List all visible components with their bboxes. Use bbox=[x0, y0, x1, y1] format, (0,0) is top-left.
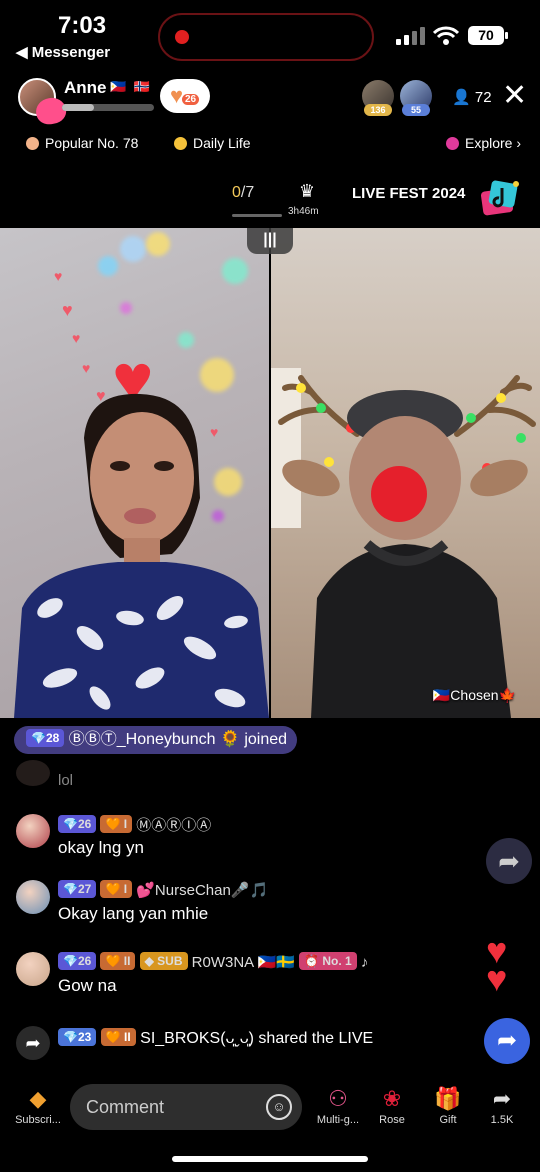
explore-icon bbox=[446, 136, 459, 150]
user-level-badge: 💎26 bbox=[58, 952, 97, 970]
user-level-badge: 💎26 bbox=[58, 815, 97, 833]
follow-button[interactable]: ♥ 26 bbox=[160, 79, 210, 113]
emoji-icon[interactable]: ☺ bbox=[266, 1094, 292, 1120]
heart-icon bbox=[26, 136, 39, 150]
user-level-badge: 💎23 bbox=[58, 1028, 97, 1046]
host-flags: 🇵🇭 🇳🇴 bbox=[110, 79, 152, 94]
chat-text: okay lng yn bbox=[58, 838, 144, 857]
popular-rank-tag[interactable]: Popular No. 78 bbox=[26, 135, 138, 151]
chat-username[interactable]: R0W3NA 🇵🇭🇸🇪 bbox=[192, 954, 295, 971]
like-hearts-icon[interactable]: ♥ ♥ bbox=[484, 930, 524, 999]
popular-rank-label: Popular No. 78 bbox=[45, 135, 139, 151]
top-viewer-avatar-1[interactable]: 136 bbox=[362, 80, 394, 116]
chat-text: Okay lang yan mhie bbox=[58, 904, 209, 923]
share-arrow-icon: ➦ bbox=[492, 1086, 512, 1111]
share-action: shared the LIVE bbox=[258, 1030, 374, 1047]
subscriber-badge: ◆ SUB bbox=[139, 952, 188, 970]
back-to-messenger-link[interactable]: ◀ Messenger bbox=[16, 43, 110, 61]
user-level-badge: 💎28 bbox=[26, 729, 65, 747]
gift-icon: 🎁 bbox=[434, 1086, 462, 1111]
share-notification: ➦ 💎23 🧡 II SI_BROKS(ᴗ͈ˬᴗ͈) shared the LI… bbox=[0, 1024, 480, 1060]
explore-label: Explore › bbox=[465, 135, 522, 151]
extra-badge-icon: ♪ bbox=[360, 954, 369, 971]
viewer-count-value: 72 bbox=[474, 89, 492, 106]
explore-link[interactable]: Explore › bbox=[446, 135, 521, 151]
fest-title: LIVE FEST 2024 bbox=[352, 185, 466, 202]
rose-icon: ❀ bbox=[382, 1086, 402, 1111]
tags-row: Popular No. 78 Daily Life Explore › bbox=[0, 132, 540, 156]
gift-button[interactable]: 🎁 Gift bbox=[418, 1084, 478, 1126]
share-icon: ➦ bbox=[16, 1026, 50, 1060]
category-label: Daily Life bbox=[193, 135, 251, 151]
rank-badge: ⏰ No. 1 bbox=[299, 952, 357, 970]
avatar bbox=[16, 760, 50, 786]
recording-indicator-icon bbox=[175, 30, 189, 44]
battery-indicator: 70 bbox=[468, 26, 508, 45]
category-icon bbox=[174, 136, 187, 150]
viewer-count[interactable]: 👤 72 bbox=[452, 88, 492, 106]
layout-toggle-icon[interactable]: ||| bbox=[247, 228, 293, 254]
multi-guest-button[interactable]: ⚇ Multi-g... bbox=[308, 1084, 368, 1126]
heart-icon: ♥ bbox=[170, 83, 184, 108]
share-live-icon[interactable]: ➦ bbox=[484, 1018, 530, 1064]
chat-username[interactable]: 💕NurseChan🎤🎵 bbox=[136, 882, 268, 899]
share-forward-icon[interactable]: ➦ bbox=[486, 838, 532, 884]
join-notification: 💎28 ⒷⒷⓉ_Honeybunch 🌻 joined bbox=[14, 726, 298, 754]
faded-chat-message: lol bbox=[58, 772, 74, 789]
user-level-badge: 💎27 bbox=[58, 880, 97, 898]
close-icon[interactable]: ✕ bbox=[502, 78, 527, 114]
person-icon: 👤 bbox=[452, 89, 471, 106]
crown-icon: ♛ bbox=[298, 181, 316, 201]
subscribe-button[interactable]: ◆ Subscri... bbox=[8, 1084, 68, 1126]
host-avatar[interactable] bbox=[18, 78, 56, 116]
clock: 7:03 bbox=[58, 12, 107, 39]
fest-timer: 3h46m bbox=[288, 206, 319, 217]
subscribe-icon: ◆ bbox=[29, 1086, 47, 1111]
dynamic-island bbox=[158, 13, 374, 61]
live-fest-logo-icon bbox=[480, 180, 519, 216]
guest-video-panel[interactable]: 🇵🇭Chosen🍁 bbox=[271, 228, 540, 718]
live-fest-banner[interactable]: 0/7 ♛ 3h46m LIVE FEST 2024 bbox=[0, 176, 540, 224]
wifi-icon bbox=[433, 26, 459, 45]
fest-progress-underline bbox=[232, 214, 282, 217]
subscribe-label: Subscri... bbox=[15, 1114, 61, 1126]
comment-input[interactable] bbox=[86, 1084, 256, 1130]
multi-guest-icon: ⚇ bbox=[328, 1086, 348, 1111]
gift-label: Gift bbox=[439, 1114, 457, 1126]
rose-label: Rose bbox=[379, 1114, 405, 1126]
category-tag[interactable]: Daily Life bbox=[174, 135, 251, 151]
host-name[interactable]: Anne bbox=[64, 78, 107, 98]
top-viewer-avatar-2[interactable]: 55 bbox=[400, 80, 432, 116]
chat-text: Gow na bbox=[58, 976, 117, 995]
fan-club-badge: 🧡 I bbox=[100, 880, 133, 898]
bottom-toolbar: ◆ Subscri... ☺ ⚇ Multi-g... ❀ Rose 🎁 Gif… bbox=[0, 1080, 540, 1140]
share-username[interactable]: SI_BROKS(ᴗ͈ˬᴗ͈) bbox=[140, 1030, 254, 1047]
host-level-progress bbox=[62, 104, 154, 111]
viewer-badge: 136 bbox=[364, 104, 392, 116]
fan-club-count: 26 bbox=[182, 94, 200, 105]
host-video-panel[interactable]: ♥ ♥ ♥ ♥ ♥ ♥ ♥ bbox=[0, 228, 269, 718]
status-bar: 7:03 ◀ Messenger 70 bbox=[0, 0, 540, 66]
multi-guest-label: Multi-g... bbox=[316, 1114, 360, 1126]
share-button[interactable]: ➦ 1.5K bbox=[472, 1084, 532, 1126]
avatar[interactable] bbox=[16, 952, 50, 986]
home-indicator[interactable] bbox=[172, 1156, 368, 1162]
rose-gift-button[interactable]: ❀ Rose bbox=[362, 1084, 422, 1126]
guest-name-label[interactable]: 🇵🇭Chosen🍁 bbox=[433, 687, 516, 704]
avatar[interactable] bbox=[16, 880, 50, 914]
share-count: 1.5K bbox=[490, 1114, 514, 1126]
fan-club-badge: 🧡 II bbox=[100, 1028, 136, 1046]
fan-club-badge: 🧡 II bbox=[100, 952, 136, 970]
join-action: joined bbox=[244, 731, 288, 748]
avatar[interactable] bbox=[16, 814, 50, 848]
fest-progress: 0/7 bbox=[232, 184, 255, 201]
host-header: Anne 🇵🇭 🇳🇴 ♥ 26 136 55 👤 72 ✕ bbox=[0, 74, 540, 122]
fan-club-badge: 🧡 I bbox=[100, 815, 133, 833]
viewer-badge: 55 bbox=[402, 104, 430, 116]
comment-box[interactable]: ☺ bbox=[70, 1084, 302, 1130]
cellular-signal-icon bbox=[396, 27, 426, 45]
chat-username[interactable]: ⓂⒶⓇⒾⒶ bbox=[136, 817, 211, 834]
join-username[interactable]: ⒷⒷⓉ_Honeybunch 🌻 bbox=[69, 731, 240, 748]
